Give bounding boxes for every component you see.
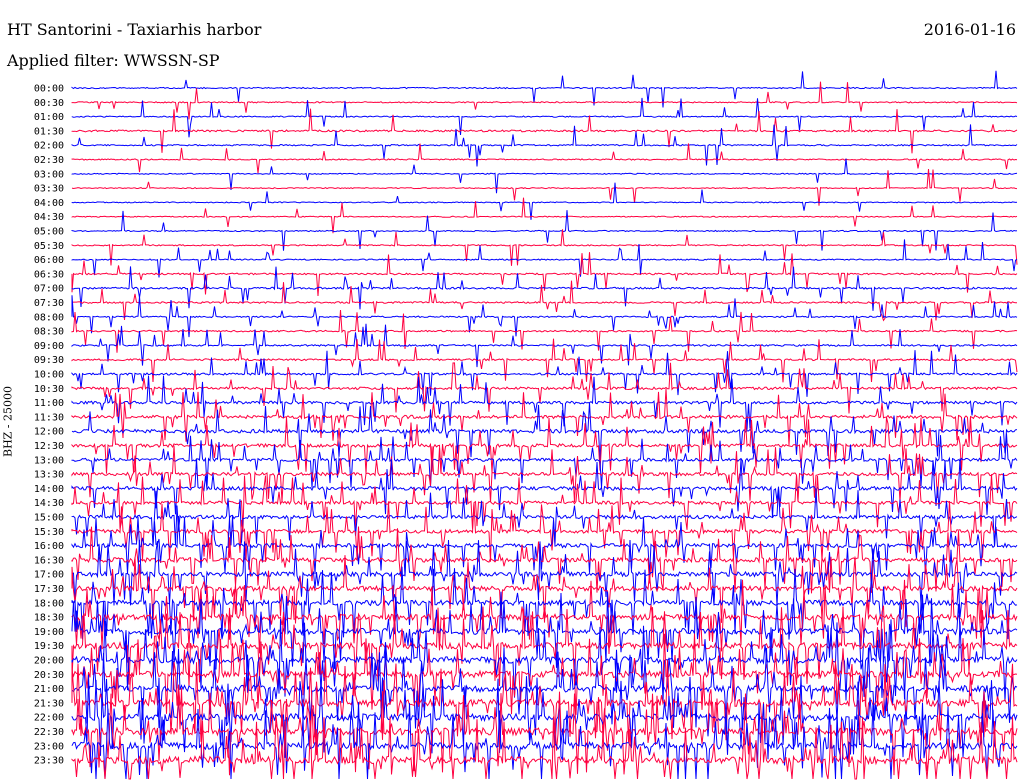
time-tick-label: 09:00 bbox=[34, 341, 64, 352]
time-tick-group: 00:00 00:30 01:00 01:30 02:00 02:30 03:00 03:30… bbox=[34, 84, 64, 767]
trace-line bbox=[71, 143, 1018, 174]
time-tick-label: 14:00 bbox=[34, 484, 64, 495]
time-tick-label: 10:30 bbox=[34, 384, 64, 395]
time-tick-label: 01:00 bbox=[34, 112, 64, 123]
time-tick-label: 03:30 bbox=[34, 184, 64, 195]
time-tick-label: 20:30 bbox=[34, 670, 64, 681]
time-tick-label: 07:00 bbox=[34, 284, 64, 295]
time-tick-label: 02:00 bbox=[34, 141, 64, 152]
time-tick-label: 15:00 bbox=[34, 513, 64, 524]
time-tick-label: 14:30 bbox=[34, 498, 64, 509]
time-tick-label: 18:30 bbox=[34, 613, 64, 624]
trace-line bbox=[71, 674, 1018, 761]
time-tick-label: 11:00 bbox=[34, 398, 64, 409]
time-tick-label: 09:30 bbox=[34, 355, 64, 366]
trace-line bbox=[71, 555, 1018, 624]
time-tick-label: 00:00 bbox=[34, 84, 64, 95]
trace-line bbox=[71, 108, 1018, 154]
time-tick-label: 22:00 bbox=[34, 713, 64, 724]
time-tick-label: 18:00 bbox=[34, 598, 64, 609]
time-tick-label: 03:00 bbox=[34, 169, 64, 180]
time-tick-label: 07:30 bbox=[34, 298, 64, 309]
trace-line bbox=[71, 362, 1018, 414]
time-tick-label: 20:00 bbox=[34, 656, 64, 667]
time-tick-label: 10:00 bbox=[34, 370, 64, 381]
trace-line bbox=[71, 458, 1018, 518]
trace-line bbox=[71, 350, 1018, 397]
time-tick-label: 05:30 bbox=[34, 241, 64, 252]
time-tick-label: 16:00 bbox=[34, 541, 64, 552]
time-tick-label: 06:30 bbox=[34, 269, 64, 280]
trace-line bbox=[71, 81, 1018, 120]
time-tick-label: 23:00 bbox=[34, 741, 64, 752]
trace-line bbox=[71, 309, 1018, 353]
time-tick-label: 22:30 bbox=[34, 727, 64, 738]
helicorder-plot: 00:00 00:30 01:00 01:30 02:00 02:30 03:00 03:30… bbox=[34, 70, 1018, 780]
time-tick-label: 13:30 bbox=[34, 470, 64, 481]
trace-line bbox=[71, 229, 1018, 266]
time-tick-label: 04:00 bbox=[34, 198, 64, 209]
time-tick-label: 02:30 bbox=[34, 155, 64, 166]
time-tick-label: 17:30 bbox=[34, 584, 64, 595]
trace-group bbox=[71, 70, 1018, 780]
time-tick-label: 12:30 bbox=[34, 441, 64, 452]
trace-line bbox=[71, 375, 1018, 430]
trace-line bbox=[71, 169, 1018, 206]
time-tick-label: 08:00 bbox=[34, 312, 64, 323]
trace-line bbox=[71, 252, 1018, 297]
time-tick-label: 11:30 bbox=[34, 412, 64, 423]
time-tick-label: 13:00 bbox=[34, 455, 64, 466]
time-tick-label: 21:00 bbox=[34, 684, 64, 695]
time-tick-label: 19:00 bbox=[34, 627, 64, 638]
time-tick-label: 01:30 bbox=[34, 126, 64, 137]
trace-line bbox=[71, 416, 1018, 475]
time-tick-label: 05:00 bbox=[34, 227, 64, 238]
time-tick-label: 17:00 bbox=[34, 570, 64, 581]
time-tick-label: 21:30 bbox=[34, 698, 64, 709]
time-tick-label: 12:00 bbox=[34, 427, 64, 438]
time-tick-label: 15:30 bbox=[34, 527, 64, 538]
time-tick-label: 04:30 bbox=[34, 212, 64, 223]
time-tick-label: 16:30 bbox=[34, 555, 64, 566]
time-tick-label: 23:30 bbox=[34, 756, 64, 767]
time-tick-label: 19:30 bbox=[34, 641, 64, 652]
time-tick-label: 08:30 bbox=[34, 327, 64, 338]
time-tick-label: 06:00 bbox=[34, 255, 64, 266]
trace-line bbox=[71, 488, 1018, 547]
time-tick-label: 00:30 bbox=[34, 98, 64, 109]
